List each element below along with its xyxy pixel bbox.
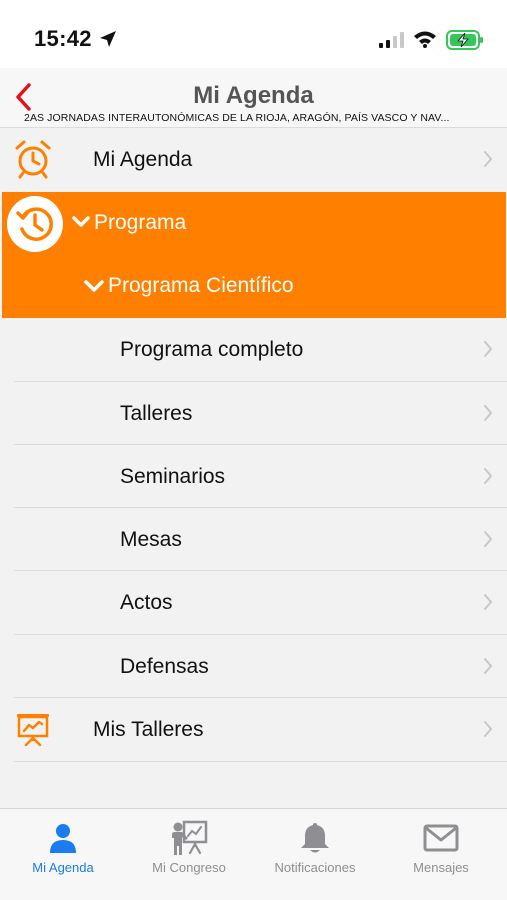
history-clock-icon	[6, 195, 64, 258]
presentation-board-icon	[16, 712, 50, 751]
menu-item-label: Programa completo	[120, 337, 304, 361]
status-time: 15:42	[34, 26, 92, 51]
chevron-down-icon	[72, 215, 90, 234]
chevron-right-icon	[483, 150, 493, 173]
tab-label: Mensajes	[413, 860, 469, 875]
menu-item-label: Talleres	[120, 401, 193, 425]
chevron-down-icon	[84, 279, 104, 298]
menu-item-programa-cientifico[interactable]: Programa Científico	[2, 255, 506, 318]
chevron-right-icon	[483, 720, 493, 743]
presenter-icon	[170, 820, 208, 855]
menu-item-label: Actos	[120, 590, 173, 614]
location-arrow-icon	[98, 29, 118, 54]
agenda-menu: Mi Agenda Programa Programa Científico P…	[0, 128, 507, 808]
menu-item-programa[interactable]: Programa	[2, 192, 506, 255]
menu-item-actos[interactable]: Actos	[0, 571, 507, 634]
menu-item-mesas[interactable]: Mesas	[0, 508, 507, 571]
tab-mi-agenda[interactable]: Mi Agenda	[0, 809, 126, 900]
divider	[14, 761, 507, 762]
menu-item-label: Mis Talleres	[93, 717, 204, 741]
menu-item-talleres[interactable]: Talleres	[0, 382, 507, 445]
chevron-right-icon	[483, 404, 493, 427]
wifi-icon	[413, 30, 437, 53]
tab-mi-congreso[interactable]: Mi Congreso	[126, 809, 252, 900]
menu-item-seminarios[interactable]: Seminarios	[0, 445, 507, 508]
menu-item-label: Programa	[94, 211, 187, 234]
menu-item-label: Mi Agenda	[93, 147, 193, 171]
bell-icon	[299, 821, 331, 855]
alarm-clock-icon	[14, 139, 52, 184]
menu-item-programa-completo[interactable]: Programa completo	[0, 318, 507, 381]
menu-item-mis-talleres[interactable]: Mis Talleres	[0, 698, 507, 761]
navigation-bar: Mi Agenda 2AS JORNADAS INTERAUTONÓMICAS …	[0, 68, 507, 128]
menu-item-label: Defensas	[120, 654, 209, 678]
menu-item-mi-agenda[interactable]: Mi Agenda	[0, 128, 507, 191]
menu-item-label: Seminarios	[120, 464, 226, 488]
cellular-signal-icon	[379, 32, 405, 53]
tab-mensajes[interactable]: Mensajes	[378, 809, 504, 900]
chevron-right-icon	[483, 467, 493, 490]
page-title: Mi Agenda	[193, 82, 314, 109]
chevron-right-icon	[483, 340, 493, 363]
person-icon	[47, 821, 79, 855]
chevron-right-icon	[483, 530, 493, 553]
event-subtitle: 2AS JORNADAS INTERAUTONÓMICAS DE LA RIOJ…	[24, 112, 450, 124]
chevron-right-icon	[483, 657, 493, 680]
chevron-right-icon	[483, 593, 493, 616]
menu-item-label: Mesas	[120, 527, 182, 551]
tab-bar: Mi Agenda Mi Congreso Notificaciones Men…	[0, 808, 507, 900]
status-bar: 15:42	[0, 0, 507, 68]
tab-label: Mi Congreso	[152, 860, 226, 875]
tab-notificaciones[interactable]: Notificaciones	[252, 809, 378, 900]
tab-label: Mi Agenda	[32, 860, 94, 875]
battery-charging-icon	[446, 30, 484, 55]
menu-item-label: Programa Científico	[108, 274, 294, 297]
envelope-icon	[423, 821, 459, 855]
menu-item-defensas[interactable]: Defensas	[0, 635, 507, 698]
tab-label: Notificaciones	[274, 860, 356, 875]
